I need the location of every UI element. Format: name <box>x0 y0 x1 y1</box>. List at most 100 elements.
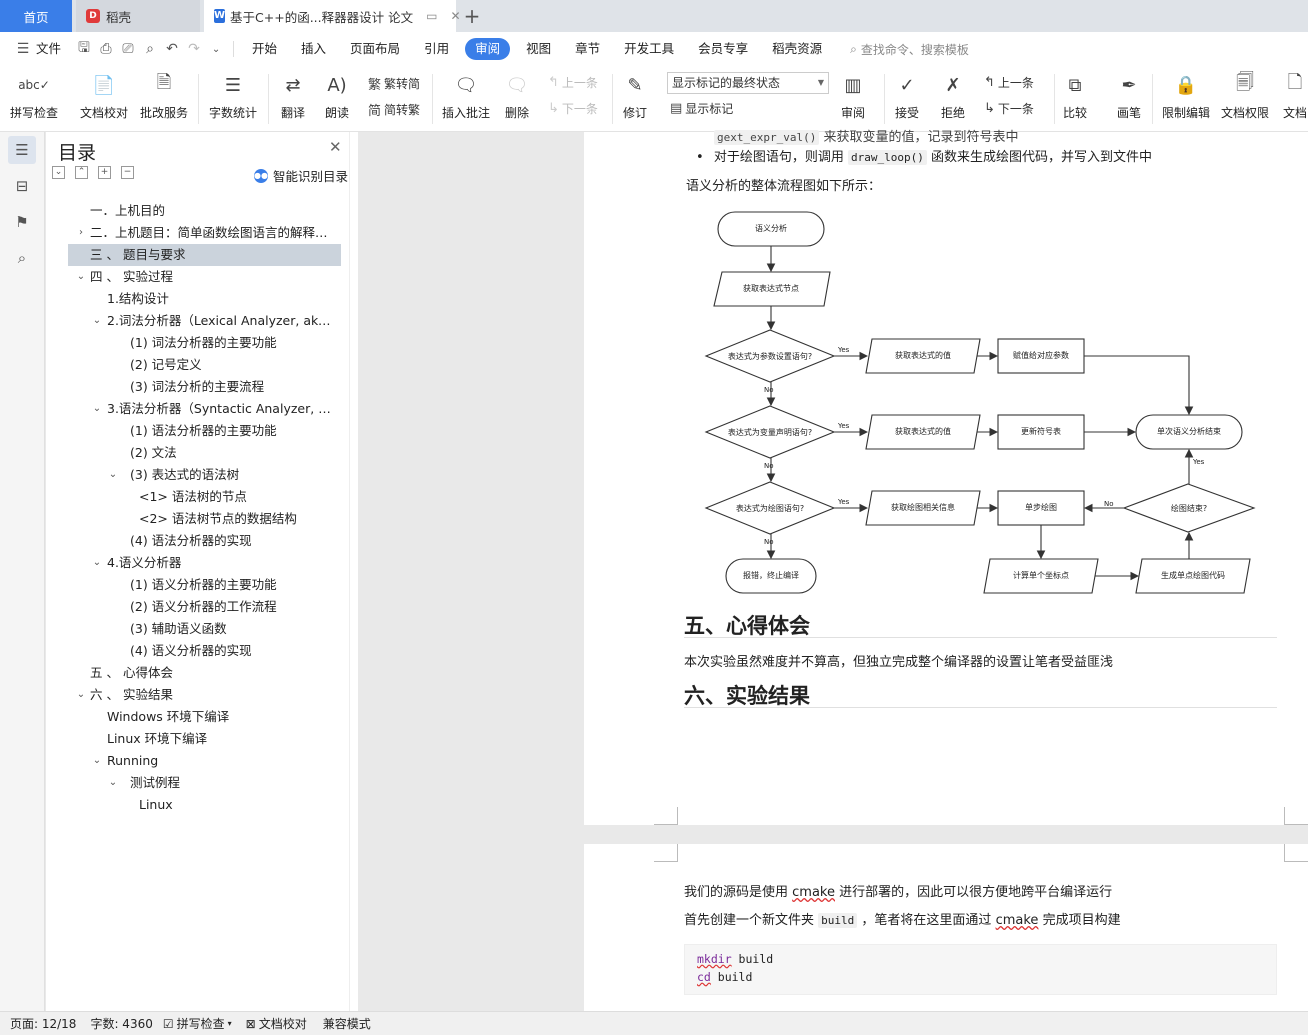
menu-start[interactable]: 开始 <box>240 38 289 60</box>
toc-item[interactable]: Linux 环境下编译 <box>107 728 336 750</box>
review-service-button[interactable]: 🗎 批改服务 <box>140 70 188 121</box>
toc-item[interactable]: 一．上机目的 <box>90 200 336 222</box>
toc-item[interactable]: 四 、 实验过程 <box>90 266 336 288</box>
next-change-button[interactable]: ↳ 下一条 <box>984 100 1034 117</box>
smart-toc-button[interactable]: ●● 智能识别目录 <box>254 166 348 185</box>
preview-icon[interactable]: ⌕ <box>139 41 161 57</box>
toc-panel-icon[interactable]: ☰ <box>8 136 36 164</box>
toc-item[interactable]: (2) 记号定义 <box>130 354 336 376</box>
toc-item[interactable]: <1> 语法树的节点 <box>139 486 336 508</box>
tab-document[interactable]: W 基于C++的函...释器器设计 论文 ▭ ✕ <box>204 0 461 32</box>
review-pane-button[interactable]: ▥ 审阅 <box>838 70 868 121</box>
tab-home[interactable]: 首页 <box>0 0 72 32</box>
toc-item[interactable]: Linux <box>139 794 336 816</box>
word-count-button[interactable]: ☰ 字数统计 <box>209 70 257 121</box>
to-simplified-button[interactable]: 简 简转繁 <box>368 100 420 119</box>
collapse-all-icon[interactable]: ⌄ <box>52 166 65 179</box>
revise-button[interactable]: ✎ 修订 <box>620 70 650 121</box>
toc-item[interactable]: 4.语义分析器 <box>107 552 336 574</box>
insert-comment-button[interactable]: 🗨 插入批注 <box>442 70 490 121</box>
status-spell-check[interactable]: ☑ 拼写检查 ▾ <box>163 1015 232 1032</box>
toc-item[interactable]: (3) 词法分析的主要流程 <box>130 376 336 398</box>
expand-all-icon[interactable]: ⌃ <box>75 166 88 179</box>
menu-daoke-resources[interactable]: 稻壳资源 <box>760 38 834 60</box>
toc-item[interactable]: Windows 环境下编译 <box>107 706 336 728</box>
chevron-right-icon[interactable]: › <box>74 227 88 238</box>
accept-button[interactable]: ✓ 接受 <box>892 70 922 121</box>
new-tab-plus-icon[interactable]: + <box>458 0 486 32</box>
menu-chapter[interactable]: 章节 <box>563 38 612 60</box>
search-icon[interactable]: ⌕ <box>8 244 36 272</box>
more-chevron-icon[interactable]: ⌄ <box>205 44 227 55</box>
restrict-edit-button[interactable]: 🔒 限制编辑 <box>1162 70 1210 121</box>
next-comment-button[interactable]: ↳ 下一条 <box>548 100 598 117</box>
markup-state-select[interactable]: 显示标记的最终状态 ▼ <box>667 72 829 94</box>
page-indicator[interactable]: 页面: 12/18 <box>10 1015 76 1032</box>
delete-comment-button[interactable]: 🗨 删除 <box>502 70 532 121</box>
chevron-down-icon[interactable]: ⌄ <box>106 777 120 788</box>
toc-item[interactable]: 六 、 实验结果 <box>90 684 336 706</box>
to-traditional-button[interactable]: 繁 繁转简 <box>368 74 420 93</box>
toc-item[interactable]: Running <box>107 750 336 772</box>
prev-change-button[interactable]: ↰ 上一条 <box>984 74 1034 91</box>
toc-item[interactable]: (1) 语法分析器的主要功能 <box>130 420 336 442</box>
toc-item[interactable]: (3) 表达式的语法树 <box>130 464 336 486</box>
toc-item[interactable]: <2> 语法树节点的数据结构 <box>139 508 336 530</box>
menu-page-layout[interactable]: 页面布局 <box>338 38 412 60</box>
toc-item[interactable]: (1) 语义分析器的主要功能 <box>130 574 336 596</box>
chapter-nav-icon[interactable]: ⊟ <box>8 172 36 200</box>
read-aloud-button[interactable]: A) 朗读 <box>322 70 352 121</box>
undo-icon[interactable]: ↶ <box>161 41 183 57</box>
spell-check-button[interactable]: abc✓ 拼写检查 <box>10 70 58 121</box>
chevron-down-icon[interactable]: ⌄ <box>74 271 88 282</box>
word-count-indicator[interactable]: 字数: 4360 <box>90 1015 152 1032</box>
menu-review[interactable]: 审阅 <box>465 38 511 60</box>
toc-item[interactable]: (4) 语义分析器的实现 <box>130 640 336 662</box>
toc-scrollbar[interactable] <box>349 132 358 1011</box>
hamburger-icon[interactable]: ☰ <box>12 41 34 57</box>
toc-item[interactable]: (2) 文法 <box>130 442 336 464</box>
doc-more-button[interactable]: 🗋 文档 <box>1280 70 1308 121</box>
toc-item[interactable]: 二．上机题目：简单函数绘图语言的解释器设计 <box>90 222 336 244</box>
compare-button[interactable]: ⧉ 比较 <box>1060 70 1090 121</box>
command-search[interactable]: ⌕ 查找命令、搜索模板 <box>850 41 969 58</box>
screen-icon[interactable]: ▭ <box>426 9 437 23</box>
toc-item[interactable]: 测试例程 <box>130 772 336 794</box>
menu-member[interactable]: 会员专享 <box>686 38 760 60</box>
remove-heading-icon[interactable]: − <box>121 166 134 179</box>
toc-item[interactable]: (4) 语法分析器的实现 <box>130 530 336 552</box>
status-proof[interactable]: ⊠ 文档校对 <box>246 1015 307 1032</box>
chevron-down-icon[interactable]: ⌄ <box>106 469 120 480</box>
toc-item[interactable]: 1.结构设计 <box>107 288 336 310</box>
reject-button[interactable]: ✗ 拒绝 <box>938 70 968 121</box>
chevron-down-icon[interactable]: ⌄ <box>90 557 104 568</box>
ink-button[interactable]: ✒ 画笔 <box>1114 70 1144 121</box>
menu-dev-tools[interactable]: 开发工具 <box>612 38 686 60</box>
toc-item[interactable]: (3) 辅助语义函数 <box>130 618 336 640</box>
tab-daoke[interactable]: D 稻壳 <box>76 0 200 32</box>
menu-reference[interactable]: 引用 <box>412 38 461 60</box>
print-icon[interactable]: ⎚ <box>117 41 139 57</box>
toc-item[interactable]: (1) 词法分析器的主要功能 <box>130 332 336 354</box>
show-markup-button[interactable]: ▤ 显示标记 <box>670 100 733 117</box>
toc-item[interactable]: 三 、 题目与要求 <box>90 244 336 266</box>
export-icon[interactable]: ⎙ <box>95 41 117 57</box>
redo-icon[interactable]: ↷ <box>183 41 205 57</box>
toc-item[interactable]: 3.语法分析器（Syntactic Analyzer, aka Parser） <box>107 398 336 420</box>
save-icon[interactable]: 🖫 <box>73 37 95 61</box>
close-icon[interactable]: ✕ <box>329 138 342 156</box>
menu-insert[interactable]: 插入 <box>289 38 338 60</box>
chevron-down-icon[interactable]: ⌄ <box>90 315 104 326</box>
toc-item[interactable]: 2.词法分析器（Lexical Analyzer, aka Scanner） <box>107 310 336 332</box>
translate-button[interactable]: ⇄ 翻译 <box>278 70 308 121</box>
doc-permission-button[interactable]: 🗐 文档权限 <box>1221 70 1269 121</box>
proof-button[interactable]: 📄 文档校对 <box>80 70 128 121</box>
prev-comment-button[interactable]: ↰ 上一条 <box>548 74 598 91</box>
toc-item[interactable]: 五 、 心得体会 <box>90 662 336 684</box>
bookmark-icon[interactable]: ⚑ <box>8 208 36 236</box>
menu-view[interactable]: 视图 <box>514 38 563 60</box>
chevron-down-icon[interactable]: ⌄ <box>74 689 88 700</box>
chevron-down-icon[interactable]: ⌄ <box>90 755 104 766</box>
menu-file[interactable]: 文件 <box>34 38 73 60</box>
chevron-down-icon[interactable]: ⌄ <box>90 403 104 414</box>
